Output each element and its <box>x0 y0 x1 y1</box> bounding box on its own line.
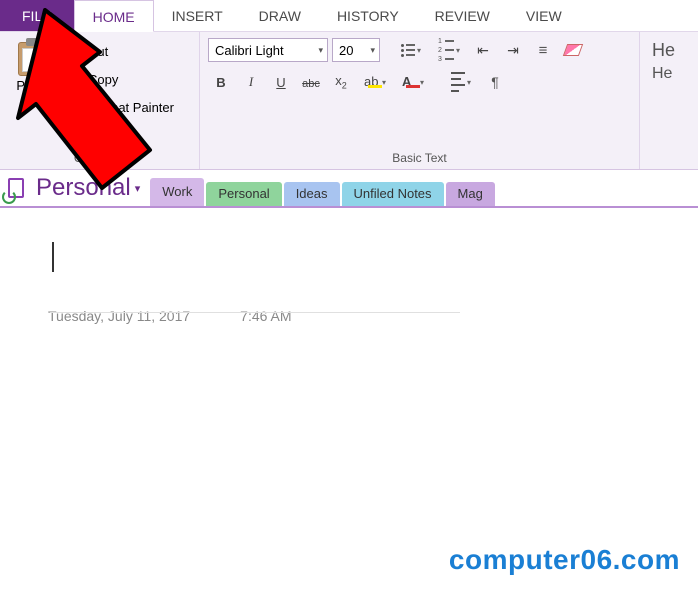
notebook-bar: Personal ▾ Work Personal Ideas Unfiled N… <box>0 170 698 208</box>
title-cursor <box>52 242 54 272</box>
tab-home[interactable]: HOME <box>74 0 154 32</box>
font-name-select[interactable]: Calibri Light ▾ <box>208 38 328 62</box>
font-size-value: 20 <box>339 43 353 58</box>
increase-indent-button[interactable] <box>500 38 526 62</box>
page-canvas[interactable]: Tuesday, July 11, 2017 7:46 AM <box>0 208 698 548</box>
align-left-icon <box>451 71 465 93</box>
cut-button[interactable]: Cut <box>64 42 174 60</box>
format-painter-button[interactable]: Format Painter <box>64 98 174 116</box>
notebook-name: Personal <box>36 174 131 202</box>
watermark: computer06.com <box>449 544 680 576</box>
strike-icon <box>302 75 320 90</box>
numbering-icon: 1 2 3 <box>438 38 454 63</box>
chevron-down-icon: ▾ <box>30 95 35 106</box>
tab-insert[interactable]: INSERT <box>154 0 241 31</box>
section-tab-ideas[interactable]: Ideas <box>284 182 340 206</box>
strikethrough-button[interactable] <box>298 70 324 94</box>
font-color-icon: A <box>402 74 418 90</box>
page-time: 7:46 AM <box>240 308 291 324</box>
section-tab-unfiled[interactable]: Unfiled Notes <box>342 182 444 206</box>
chevron-down-icon: ▾ <box>135 182 141 195</box>
tab-file[interactable]: FILE <box>0 0 74 31</box>
ribbon: Paste ▾ Cut Copy Format Painter Clipboar… <box>0 32 698 170</box>
section-tabs: Work Personal Ideas Unfiled Notes Mag <box>150 170 497 206</box>
clear-formatting-button[interactable] <box>560 38 586 62</box>
bullets-icon <box>401 44 415 57</box>
clipboard-icon <box>16 38 50 76</box>
tab-view[interactable]: VIEW <box>508 0 580 31</box>
tab-draw[interactable]: DRAW <box>241 0 319 31</box>
style-heading1[interactable]: He <box>648 40 679 61</box>
highlight-button[interactable]: ab ▾ <box>358 70 392 94</box>
decrease-indent-button[interactable] <box>470 38 496 62</box>
copy-label: Copy <box>88 72 118 87</box>
font-size-select[interactable]: 20 ▾ <box>332 38 380 62</box>
bullets-button[interactable]: ▾ <box>394 38 428 62</box>
line-spacing-icon <box>539 42 548 59</box>
ribbon-group-basic-text: Calibri Light ▾ 20 ▾ ▾ 1 <box>200 32 640 169</box>
section-tab-work[interactable]: Work <box>150 178 204 206</box>
italic-button[interactable]: I <box>238 70 264 94</box>
ribbon-tabstrip: FILE HOME INSERT DRAW HISTORY REVIEW VIE… <box>0 0 698 32</box>
tab-history[interactable]: HISTORY <box>319 0 417 31</box>
title-divider <box>50 312 460 313</box>
paste-label: Paste <box>16 78 49 93</box>
indent-icon <box>507 42 519 59</box>
chevron-down-icon: ▾ <box>318 45 323 56</box>
scissors-icon <box>64 42 82 60</box>
copy-icon <box>64 70 82 88</box>
paste-button[interactable]: Paste ▾ <box>8 38 58 106</box>
underline-button[interactable]: U <box>268 70 294 94</box>
chevron-down-icon: ▾ <box>370 45 375 56</box>
font-color-button[interactable]: A ▾ <box>396 70 430 94</box>
pilcrow-icon <box>491 74 499 90</box>
eraser-icon <box>565 44 581 56</box>
copy-button[interactable]: Copy <box>64 70 174 88</box>
page-date: Tuesday, July 11, 2017 <box>48 308 190 324</box>
numbering-button[interactable]: 1 2 3 ▾ <box>432 38 466 62</box>
paragraph-mark-button[interactable] <box>482 70 508 94</box>
ribbon-group-clipboard: Paste ▾ Cut Copy Format Painter Clipboar… <box>0 32 200 169</box>
highlight-icon: ab <box>364 74 380 90</box>
style-heading2[interactable]: He <box>648 65 676 83</box>
notebook-icon[interactable] <box>8 178 28 200</box>
tab-review[interactable]: REVIEW <box>417 0 508 31</box>
cut-label: Cut <box>88 44 108 59</box>
ribbon-group-styles: He He <box>640 32 687 169</box>
clipboard-group-label: Clipboard <box>8 151 191 167</box>
notebook-dropdown[interactable]: Personal ▾ <box>36 174 140 202</box>
bold-button[interactable]: B <box>208 70 234 94</box>
align-button[interactable]: ▾ <box>444 70 478 94</box>
section-tab-mag[interactable]: Mag <box>446 182 495 206</box>
subscript-button[interactable]: x2 <box>328 70 354 94</box>
format-painter-label: Format Painter <box>88 100 174 115</box>
font-name-value: Calibri Light <box>215 43 284 58</box>
basic-text-group-label: Basic Text <box>208 151 631 167</box>
line-spacing-button[interactable] <box>530 38 556 62</box>
outdent-icon <box>477 42 489 59</box>
section-tab-personal[interactable]: Personal <box>206 182 281 206</box>
paintbrush-icon <box>64 98 82 116</box>
